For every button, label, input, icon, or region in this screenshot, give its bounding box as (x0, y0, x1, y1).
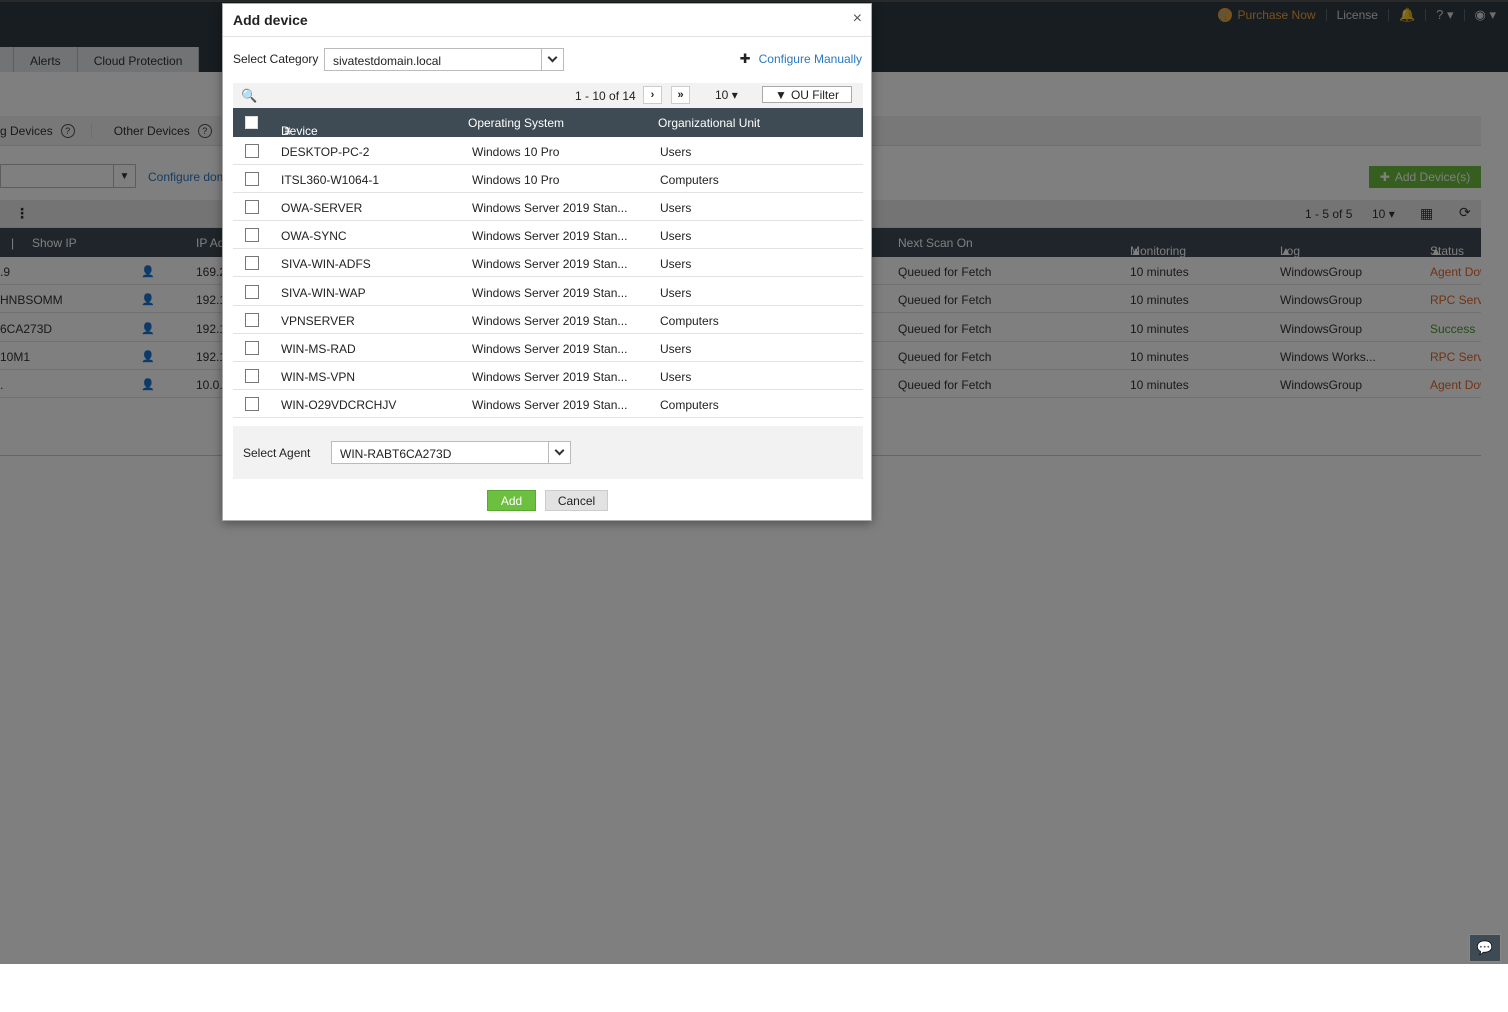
configure-manually-link[interactable]: ✚ Configure Manually (740, 51, 862, 67)
device-grid-header: Device ⩩ Operating System Organizational… (233, 108, 863, 138)
cancel-button[interactable]: Cancel (545, 490, 608, 511)
organizational-unit: Users (660, 285, 692, 300)
organizational-unit: Users (660, 341, 692, 356)
organizational-unit: Users (660, 229, 692, 244)
filter-icon: ▼ (775, 87, 787, 102)
organizational-unit: Computers (660, 173, 719, 188)
device-name: DESKTOP-PC-2 (281, 145, 370, 159)
plus-icon: ✚ (739, 51, 751, 66)
row-checkbox[interactable] (245, 396, 259, 411)
select-all-checkbox[interactable] (245, 116, 258, 129)
table-row[interactable]: ITSL360-W1064-1 Windows 10 Pro Computers (233, 165, 863, 194)
per-page-select[interactable]: 10 ▾ (715, 88, 738, 102)
dialog-header: Add device × (223, 4, 871, 37)
category-value: sivatestdomain.local (333, 54, 442, 68)
category-label: Select Category (233, 52, 319, 66)
table-row[interactable]: OWA-SERVER Windows Server 2019 Stan... Use… (233, 193, 863, 222)
organizational-unit: Users (660, 145, 692, 159)
device-name: VPNSERVER (281, 313, 355, 328)
row-checkbox[interactable] (245, 256, 259, 271)
device-name: OWA-SYNC (281, 229, 347, 244)
col-operating-system[interactable]: Operating System (468, 116, 564, 130)
row-checkbox[interactable] (245, 368, 259, 383)
operating-system: Windows Server 2019 Stan... (472, 313, 628, 328)
device-name: ITSL360-W1064-1 (281, 173, 380, 188)
operating-system: Windows Server 2019 Stan... (472, 257, 628, 272)
row-checkbox[interactable] (245, 172, 259, 187)
operating-system: Windows Server 2019 Stan... (472, 229, 628, 244)
ou-filter-label: OU Filter (790, 87, 839, 102)
device-name: SIVA-WIN-ADFS (281, 257, 371, 272)
device-grid-toolbar: 🔍 1 - 10 of 14 › » 10 ▾ ▼ OU Filter (233, 83, 863, 108)
add-device-dialog: Add device × Select Category sivatestdom… (222, 3, 872, 521)
operating-system: Windows Server 2019 Stan... (472, 341, 628, 356)
configure-manually-label: Configure Manually (758, 52, 862, 66)
organizational-unit: Users (660, 257, 692, 272)
device-name: WIN-MS-RAD (281, 341, 356, 356)
device-name: WIN-O29VDCRCHJV (281, 397, 397, 412)
table-row[interactable]: WIN-MS-RAD Windows Server 2019 Stan... Use… (233, 334, 863, 362)
table-row[interactable]: DESKTOP-PC-2 Windows 10 Pro Users (233, 137, 863, 165)
operating-system: Windows 10 Pro (472, 145, 560, 159)
dialog-title: Add device (233, 12, 308, 28)
chevron-down-icon (548, 442, 570, 463)
table-row[interactable]: VPNSERVER Windows Server 2019 Stan... Comp… (233, 306, 863, 334)
device-name: SIVA-WIN-WAP (281, 285, 366, 300)
pager-text: 1 - 10 of 14 (575, 89, 636, 103)
row-checkbox[interactable] (245, 228, 259, 243)
organizational-unit: Users (660, 369, 692, 384)
device-name: WIN-MS-VPN (281, 369, 355, 384)
agent-panel: Select Agent WIN-RABT6CA273D (233, 426, 863, 479)
row-checkbox[interactable] (245, 200, 259, 215)
agent-select[interactable]: WIN-RABT6CA273D (331, 441, 571, 464)
operating-system: Windows Server 2019 Stan... (472, 285, 628, 300)
category-select[interactable]: sivatestdomain.local (324, 48, 564, 71)
device-name: OWA-SERVER (281, 201, 363, 216)
operating-system: Windows Server 2019 Stan... (472, 201, 628, 216)
close-icon[interactable]: × (853, 10, 862, 28)
agent-value: WIN-RABT6CA273D (340, 447, 452, 461)
row-checkbox[interactable] (245, 284, 259, 299)
organizational-unit: Computers (660, 313, 719, 328)
table-row[interactable]: SIVA-WIN-WAP Windows Server 2019 Stan... U… (233, 278, 863, 306)
table-row[interactable]: SIVA-WIN-ADFS Windows Server 2019 Stan...… (233, 249, 863, 278)
search-icon[interactable]: 🔍 (241, 88, 257, 104)
col-device[interactable]: Device ⩩ (281, 116, 318, 138)
row-checkbox[interactable] (245, 144, 259, 158)
per-page-value: 10 (715, 88, 729, 102)
table-row[interactable]: WIN-MS-VPN Windows Server 2019 Stan... Use… (233, 362, 863, 390)
operating-system: Windows Server 2019 Stan... (472, 369, 628, 384)
agent-label: Select Agent (243, 446, 311, 460)
col-organizational-unit[interactable]: Organizational Unit (658, 116, 760, 130)
operating-system: Windows 10 Pro (472, 173, 560, 188)
table-row[interactable]: OWA-SYNC Windows Server 2019 Stan... Users (233, 221, 863, 250)
organizational-unit: Computers (660, 397, 719, 412)
chevron-down-icon (541, 49, 563, 70)
last-page-button[interactable]: » (671, 86, 690, 104)
organizational-unit: Users (660, 201, 692, 216)
row-checkbox[interactable] (245, 340, 259, 355)
row-checkbox[interactable] (245, 312, 259, 327)
operating-system: Windows Server 2019 Stan... (472, 397, 628, 412)
table-row[interactable]: WIN-O29VDCRCHJV Windows Server 2019 Stan.… (233, 390, 863, 418)
ou-filter-button[interactable]: ▼ OU Filter (762, 86, 852, 103)
add-button[interactable]: Add (487, 490, 536, 511)
next-page-button[interactable]: › (643, 86, 662, 104)
chat-icon[interactable]: 💬 (1469, 934, 1501, 962)
